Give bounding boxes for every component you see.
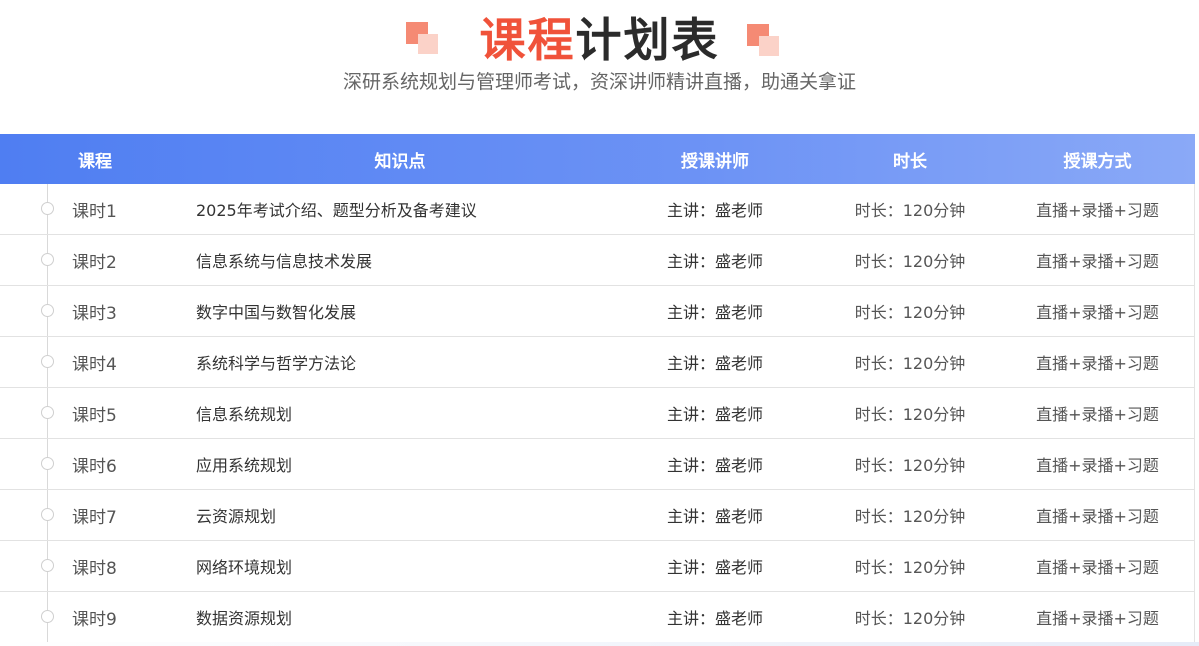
mode-cell: 直播+录播+习题 <box>1036 354 1159 373</box>
teacher-cell: 主讲：盛老师 <box>666 201 763 220</box>
duration-cell: 时长：120分钟 <box>854 558 966 577</box>
lesson-cell: 课时6 <box>72 456 117 477</box>
page-subtitle: 深研系统规划与管理师考试，资深讲师精讲直播，助通关拿证 <box>342 71 856 93</box>
column-header-teacher: 授课讲师 <box>681 151 749 172</box>
table-body: 课时1 2025年考试介绍、题型分析及备考建议 主讲：盛老师 时长：120分钟 直播+录… <box>0 184 1195 643</box>
course-schedule-table: 课程 知识点 授课讲师 时长 授课方式 课时1 2025年考试介绍、题型分析及备考… <box>0 134 1195 643</box>
table-row: 课时4 系统科学与哲学方法论 主讲：盛老师 时长：120分钟 直播+录播+习题 <box>0 337 1194 388</box>
topic-cell: 云资源规划 <box>196 507 277 526</box>
lesson-cell: 课时3 <box>72 303 117 324</box>
title-accent: 课程 <box>479 13 576 67</box>
topic-cell: 信息系统规划 <box>196 405 293 424</box>
timeline-dot-icon <box>41 508 54 521</box>
duration-cell: 时长：120分钟 <box>854 201 966 220</box>
duration-cell: 时长：120分钟 <box>854 303 966 322</box>
duration-cell: 时长：120分钟 <box>854 354 966 373</box>
column-header-duration: 时长 <box>893 151 927 172</box>
mode-cell: 直播+录播+习题 <box>1036 507 1159 526</box>
mode-cell: 直播+录播+习题 <box>1036 609 1159 628</box>
teacher-cell: 主讲：盛老师 <box>666 303 763 322</box>
timeline-dot-icon <box>41 610 54 623</box>
timeline-dot-icon <box>41 406 54 419</box>
column-header-course: 课程 <box>78 151 112 172</box>
mode-cell: 直播+录播+习题 <box>1036 558 1159 577</box>
table-header: 课程 知识点 授课讲师 时长 授课方式 <box>0 134 1195 184</box>
topic-cell: 数据资源规划 <box>196 609 293 628</box>
table-row: 课时6 应用系统规划 主讲：盛老师 时长：120分钟 直播+录播+习题 <box>0 439 1194 490</box>
lesson-cell: 课时8 <box>72 558 117 579</box>
duration-cell: 时长：120分钟 <box>854 252 966 271</box>
topic-cell: 系统科学与哲学方法论 <box>196 354 357 373</box>
duration-cell: 时长：120分钟 <box>854 609 966 628</box>
page-title: 课程计划表 <box>0 12 1199 68</box>
table-row: 课时5 信息系统规划 主讲：盛老师 时长：120分钟 直播+录播+习题 <box>0 388 1194 439</box>
page-header: 课程计划表 深研系统规划与管理师考试，资深讲师精讲直播，助通关拿证 <box>0 0 1199 134</box>
teacher-cell: 主讲：盛老师 <box>666 456 763 475</box>
timeline-dot-icon <box>41 559 54 572</box>
title-decoration-right <box>747 24 781 58</box>
timeline-dot-icon <box>41 253 54 266</box>
topic-cell: 应用系统规划 <box>196 456 293 475</box>
mode-cell: 直播+录播+习题 <box>1036 456 1159 475</box>
mode-cell: 直播+录播+习题 <box>1036 201 1159 220</box>
lesson-cell: 课时4 <box>72 354 117 375</box>
lesson-cell: 课时5 <box>72 405 117 426</box>
teacher-cell: 主讲：盛老师 <box>666 558 763 577</box>
timeline-dot-icon <box>41 202 54 215</box>
table-row: 课时7 云资源规划 主讲：盛老师 时长：120分钟 直播+录播+习题 <box>0 490 1194 541</box>
mode-cell: 直播+录播+习题 <box>1036 303 1159 322</box>
table-row: 课时2 信息系统与信息技术发展 主讲：盛老师 时长：120分钟 直播+录播+习题 <box>0 235 1194 286</box>
lesson-cell: 课时7 <box>72 507 117 528</box>
table-row: 课时9 数据资源规划 主讲：盛老师 时长：120分钟 直播+录播+习题 <box>0 592 1194 643</box>
table-row: 课时3 数字中国与数智化发展 主讲：盛老师 时长：120分钟 直播+录播+习题 <box>0 286 1194 337</box>
topic-cell: 数字中国与数智化发展 <box>196 303 357 322</box>
teacher-cell: 主讲：盛老师 <box>666 405 763 424</box>
mode-cell: 直播+录播+习题 <box>1036 252 1159 271</box>
lesson-cell: 课时1 <box>72 201 117 222</box>
teacher-cell: 主讲：盛老师 <box>666 609 763 628</box>
teacher-cell: 主讲：盛老师 <box>666 252 763 271</box>
column-header-topic: 知识点 <box>374 151 426 172</box>
timeline-dot-icon <box>41 457 54 470</box>
lesson-cell: 课时2 <box>72 252 117 273</box>
topic-cell: 2025年考试介绍、题型分析及备考建议 <box>196 201 477 220</box>
bottom-edge-shadow <box>0 642 1199 646</box>
title-rest: 计划表 <box>575 13 720 67</box>
teacher-cell: 主讲：盛老师 <box>666 507 763 526</box>
timeline-dot-icon <box>41 355 54 368</box>
table-row: 课时1 2025年考试介绍、题型分析及备考建议 主讲：盛老师 时长：120分钟 直播+录… <box>0 184 1194 235</box>
teacher-cell: 主讲：盛老师 <box>666 354 763 373</box>
topic-cell: 网络环境规划 <box>196 558 293 577</box>
column-header-mode: 授课方式 <box>1063 151 1132 172</box>
duration-cell: 时长：120分钟 <box>854 456 966 475</box>
timeline-dot-icon <box>41 304 54 317</box>
mode-cell: 直播+录播+习题 <box>1036 405 1159 424</box>
duration-cell: 时长：120分钟 <box>854 507 966 526</box>
table-row: 课时8 网络环境规划 主讲：盛老师 时长：120分钟 直播+录播+习题 <box>0 541 1194 592</box>
lesson-cell: 课时9 <box>72 609 117 630</box>
duration-cell: 时长：120分钟 <box>854 405 966 424</box>
topic-cell: 信息系统与信息技术发展 <box>196 252 373 271</box>
